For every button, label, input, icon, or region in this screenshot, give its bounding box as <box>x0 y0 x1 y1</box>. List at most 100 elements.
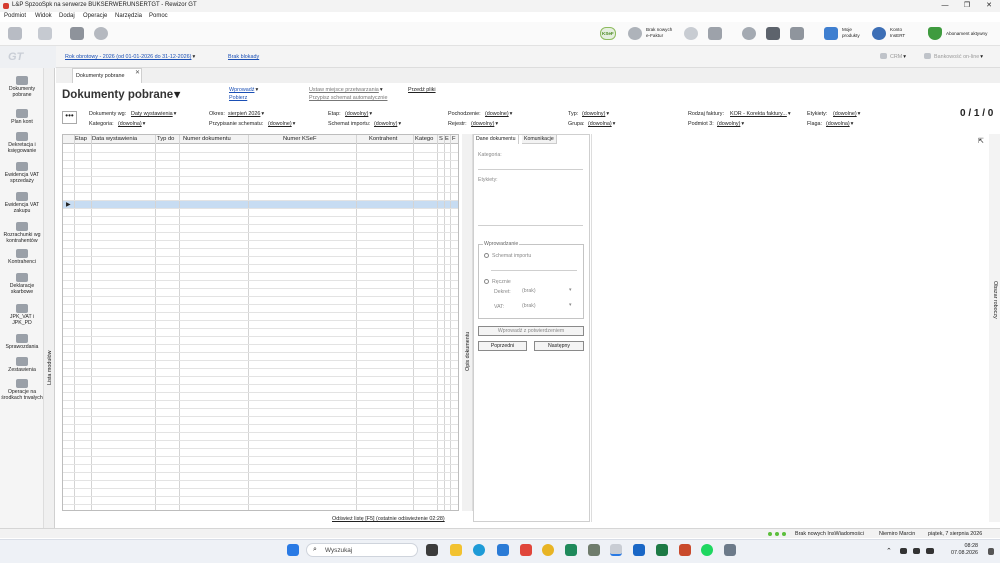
store-icon[interactable] <box>497 544 509 556</box>
new-document-icon[interactable] <box>8 27 22 40</box>
dekret-select[interactable]: (brak) <box>522 288 536 294</box>
app-icon-gray[interactable] <box>588 544 600 556</box>
notification-icon[interactable] <box>988 548 994 555</box>
app-icon-red[interactable] <box>520 544 532 556</box>
filter-kategoria-select[interactable]: (dowolna) <box>118 121 145 127</box>
schemat-importu-radio[interactable] <box>484 253 489 258</box>
filter-przypisanie-select[interactable]: (dowolne) <box>268 121 295 127</box>
konto-insert-line1[interactable]: Konto <box>890 27 902 32</box>
cube-icon[interactable] <box>766 27 780 40</box>
blokady-link[interactable]: Brak blokady <box>228 54 259 60</box>
filter-okres-select[interactable]: sierpień 2026 <box>228 111 264 117</box>
menu-operacje[interactable]: Operacje <box>83 13 107 19</box>
wifi-icon[interactable] <box>900 548 907 554</box>
windows-start-icon[interactable] <box>287 544 299 556</box>
powerpoint-icon[interactable] <box>679 544 691 556</box>
tab-dane-dokumentu[interactable]: Dane dokumentu <box>474 135 519 144</box>
taskbar-clock[interactable]: 08:28 07.08.2026 <box>946 543 978 557</box>
chrome-icon[interactable] <box>542 544 554 556</box>
menu-widok[interactable]: Widok <box>35 13 52 19</box>
pobierz-button[interactable]: Pobierz <box>229 95 247 101</box>
vat-select[interactable]: (brak) <box>522 303 536 309</box>
print-icon[interactable] <box>70 27 84 40</box>
col-typ-do[interactable]: Typ do <box>157 136 174 142</box>
excel-icon[interactable] <box>656 544 668 556</box>
display-icon[interactable] <box>708 27 722 40</box>
filter-rejestr-select[interactable]: (dowolny) <box>471 121 498 127</box>
tab-close-icon[interactable]: ✕ <box>135 69 140 76</box>
brak-nowych-efaktur-line1[interactable]: Brak nowych <box>646 27 672 32</box>
filter-etykiety-select[interactable]: (dowolne) <box>833 111 860 117</box>
sidebar-item-dekretacja[interactable]: Dekretacja i księgowanie <box>0 132 44 154</box>
products-icon[interactable] <box>824 27 838 40</box>
fiscal-year-select[interactable]: Rok obrotowy - 2026 (od 01-01-2026 do 31… <box>65 54 195 60</box>
filter-pochodzenie-select[interactable]: (dowolne) <box>485 111 512 117</box>
tray-chevron-icon[interactable]: ⌃ <box>886 547 892 555</box>
recznie-radio[interactable] <box>484 279 489 284</box>
refresh-icon[interactable] <box>684 27 698 40</box>
col-kategoria[interactable]: Katego <box>415 136 433 142</box>
spotify-icon[interactable] <box>701 544 713 556</box>
task-view-icon[interactable] <box>426 544 438 556</box>
sidebar-item-srodki-trwale[interactable]: Operacje na środkach trwałych <box>0 379 44 401</box>
volume-icon[interactable] <box>913 548 920 554</box>
obszar-roboczy-strip[interactable]: Obszar roboczy <box>989 134 1000 522</box>
col-e[interactable]: E <box>445 136 449 142</box>
col-s[interactable]: S <box>439 136 443 142</box>
wprowadz-z-potwierdzeniem-button[interactable]: Wprowadź z potwierdzeniem <box>478 326 584 336</box>
selected-row[interactable] <box>63 200 458 208</box>
opis-dokumentu-strip[interactable]: Opis dokumentu <box>462 134 473 511</box>
sidebar-item-sprawozdania[interactable]: Sprawozdania <box>0 334 44 350</box>
menu-podmiot[interactable]: Podmiot <box>4 13 26 19</box>
taskbar-search[interactable]: ⌕ Wyszukaj <box>306 543 418 557</box>
bank-icon[interactable] <box>924 53 931 59</box>
vat-chevron-icon[interactable]: ▾ <box>569 302 572 308</box>
moje-produkty-line1[interactable]: Moje <box>842 27 852 32</box>
przedz-pliki-button[interactable]: Przedź pliki <box>408 87 436 93</box>
filter-podmiot-select[interactable]: (dowolny) <box>717 121 744 127</box>
filter-typ-select[interactable]: (dowolny) <box>582 111 609 117</box>
konto-insert-line2[interactable]: InsERT <box>890 33 905 38</box>
col-f[interactable]: F <box>452 136 456 142</box>
etykiety-field[interactable] <box>478 225 583 226</box>
col-kontrahent[interactable]: Kontrahent <box>369 136 397 142</box>
col-etap[interactable]: Etap <box>75 136 87 142</box>
sidebar-item-vat-zakupu[interactable]: Ewidencja VAT zakupu <box>0 192 44 214</box>
menu-dodaj[interactable]: Dodaj <box>59 13 75 19</box>
sidebar-item-zestawienia[interactable]: Zestawienia <box>0 357 44 373</box>
maximize-button[interactable]: ❐ <box>956 0 978 12</box>
poprzedni-button[interactable]: Poprzedni <box>478 341 527 351</box>
przypisz-schemat-button[interactable]: Przypisz schemat automatycznie <box>309 95 388 101</box>
sidebar-item-vat-sprzedazy[interactable]: Ewidencja VAT sprzedaży <box>0 162 44 184</box>
abonament-status[interactable]: Abonament aktywny <box>946 31 987 36</box>
filter-grupa-select[interactable]: (dowolna) <box>588 121 615 127</box>
menu-pomoc[interactable]: Pomoc <box>149 13 168 19</box>
inswiadomosci-status[interactable]: Brak nowych InsWiadomości <box>795 531 864 537</box>
close-button[interactable]: ✕ <box>978 0 1000 12</box>
sidebar-item-jpk[interactable]: JPK_VAT i JPK_PD <box>0 304 44 326</box>
filter-flaga-select[interactable]: (dowolna) <box>826 121 853 127</box>
crm-menu[interactable]: CRM <box>890 54 906 60</box>
col-numer-ksef[interactable]: Numer KSeF <box>283 136 317 142</box>
filter-rodzaj-select[interactable]: KOR - Korekta faktury... <box>730 111 791 117</box>
bankowosc-menu[interactable]: Bankowość on-line <box>934 54 983 60</box>
sidebar-item-dokumenty-pobrane[interactable]: Dokumenty pobrane <box>0 76 44 98</box>
minimize-button[interactable]: — <box>934 0 956 12</box>
documents-grid[interactable]: Etap Data wystawienia Typ do Numer dokum… <box>62 134 459 511</box>
folder-icon[interactable] <box>790 27 804 40</box>
filter-schemat-select[interactable]: (dowolny) <box>374 121 401 127</box>
expand-icon[interactable]: ⇱ <box>978 137 984 145</box>
wprowadz-button[interactable]: Wprowadź <box>229 87 258 93</box>
filter-etap-select[interactable]: (dowolny) <box>345 111 372 117</box>
file-explorer-icon[interactable] <box>450 544 462 556</box>
sidebar-item-deklaracje[interactable]: Deklaracje skarbowe <box>0 273 44 295</box>
account-icon[interactable] <box>872 27 886 40</box>
dekret-chevron-icon[interactable]: ▾ <box>569 287 572 293</box>
globe-icon[interactable] <box>742 27 756 40</box>
outlook-icon[interactable] <box>633 544 645 556</box>
crm-icon[interactable] <box>880 53 887 59</box>
col-data-wystawienia[interactable]: Data wystawienia <box>92 136 137 142</box>
shield-check-icon[interactable] <box>928 27 942 40</box>
filter-dokumenty-wg-select[interactable]: Daty wystawienia <box>131 111 176 117</box>
tab-komunikacje[interactable]: Komunikacje <box>522 135 557 144</box>
